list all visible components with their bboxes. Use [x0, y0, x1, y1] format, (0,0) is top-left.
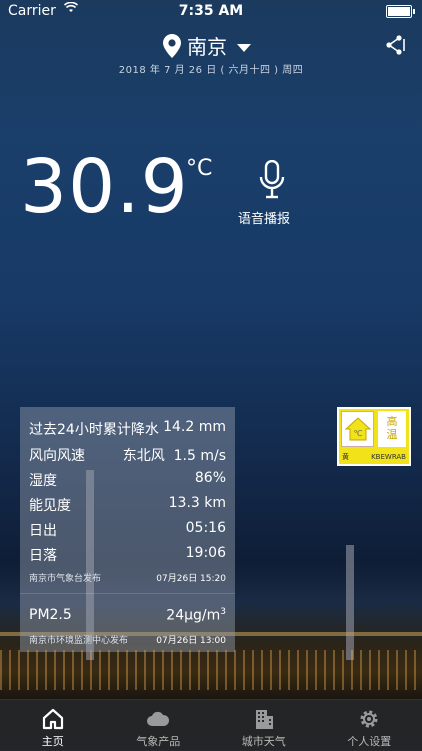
detail-row-humidity: 湿度 86% — [29, 470, 226, 490]
microphone-icon — [259, 160, 285, 200]
pm25-label: PM2.5 — [29, 607, 72, 624]
detail-value: 14.2 mm — [163, 419, 226, 439]
detail-label: 日落 — [29, 545, 57, 565]
building-icon — [252, 707, 276, 731]
battery-icon — [386, 5, 412, 18]
warning-title-line2: 温 — [378, 428, 406, 441]
home-icon — [41, 707, 65, 731]
source-time: 07月26日 13:00 — [156, 633, 226, 646]
voice-broadcast-button[interactable]: 语音播报 — [234, 160, 294, 227]
source-time: 07月26日 15:20 — [156, 571, 226, 584]
tab-label: 个人设置 — [317, 733, 422, 749]
detail-label: 过去24小时累计降水 — [29, 419, 159, 439]
cloud-icon — [146, 707, 170, 731]
detail-row-sunrise: 日出 05:16 — [29, 520, 226, 540]
detail-label: 风向风速 — [29, 445, 85, 465]
air-quality-source: 南京市环境监测中心发布 07月26日 13:00 — [29, 633, 226, 646]
warning-level: 黄 — [342, 452, 349, 462]
detail-label: 湿度 — [29, 470, 57, 490]
location-pin-icon — [163, 34, 181, 58]
detail-label: 日出 — [29, 520, 57, 540]
temperature-unit: °C — [186, 156, 212, 181]
tab-weather-products[interactable]: 气象产品 — [106, 700, 212, 751]
thermometer-house-icon: ℃ — [341, 411, 374, 447]
warning-title-line1: 高 — [378, 415, 406, 428]
source-name: 南京市气象台发布 — [29, 571, 101, 584]
header: 南京 2018 年 7 月 26 日 ( 六月十四 ) 周四 — [0, 28, 422, 88]
tab-home[interactable]: 主页 — [0, 700, 106, 751]
detail-value: 86% — [195, 470, 226, 490]
pm25-unit: μg/m — [184, 608, 220, 624]
detail-value: 13.3 km — [169, 495, 226, 515]
date-label: 2018 年 7 月 26 日 ( 六月十四 ) 周四 — [0, 61, 422, 76]
source-name: 南京市环境监测中心发布 — [29, 633, 128, 646]
pm25-unit-sup: 3 — [220, 607, 226, 617]
detail-value: 东北风 1.5 m/s — [123, 445, 226, 465]
detail-row-visibility: 能见度 13.3 km — [29, 495, 226, 515]
warning-code: KBEWRAB — [371, 453, 406, 461]
city-lights — [0, 650, 422, 690]
tab-bar: 主页 气象产品 城市天气 个人设置 — [0, 699, 422, 751]
gear-icon — [357, 707, 381, 731]
status-bar: Carrier 7:35 AM — [0, 0, 422, 22]
weather-source: 南京市气象台发布 07月26日 15:20 — [29, 571, 226, 584]
tab-settings[interactable]: 个人设置 — [317, 700, 422, 751]
divider — [20, 593, 235, 594]
bridge-tower-right — [346, 545, 354, 660]
pm25-value-group: 24μg/m3 — [166, 607, 226, 624]
tab-label: 城市天气 — [211, 733, 317, 749]
chevron-down-icon — [237, 44, 251, 52]
share-icon[interactable] — [384, 34, 406, 56]
city-name: 南京 — [187, 31, 227, 60]
tab-label: 气象产品 — [106, 733, 212, 749]
warning-title: 高 温 — [378, 411, 406, 447]
detail-row-wind: 风向风速 东北风 1.5 m/s — [29, 445, 226, 465]
temperature-value: 30.9 — [20, 150, 189, 224]
high-temperature-warning[interactable]: ℃ 高 温 黄 KBEWRAB — [337, 407, 411, 466]
clock: 7:35 AM — [0, 3, 422, 19]
pm25-value: 24 — [166, 608, 184, 624]
warning-footer: 黄 KBEWRAB — [339, 450, 409, 464]
detail-label: 能见度 — [29, 495, 71, 515]
tab-city-weather[interactable]: 城市天气 — [211, 700, 317, 751]
tab-label: 主页 — [0, 733, 106, 749]
detail-row-pm25: PM2.5 24μg/m3 — [29, 607, 226, 624]
detail-value: 19:06 — [186, 545, 226, 565]
svg-text:℃: ℃ — [353, 429, 362, 438]
detail-value: 05:16 — [186, 520, 226, 540]
weather-details-panel: 过去24小时累计降水 14.2 mm 风向风速 东北风 1.5 m/s 湿度 8… — [20, 407, 235, 652]
voice-label: 语音播报 — [234, 208, 294, 227]
detail-row-sunset: 日落 19:06 — [29, 545, 226, 565]
city-selector[interactable]: 南京 — [163, 31, 251, 60]
detail-row-precipitation: 过去24小时累计降水 14.2 mm — [29, 419, 226, 439]
